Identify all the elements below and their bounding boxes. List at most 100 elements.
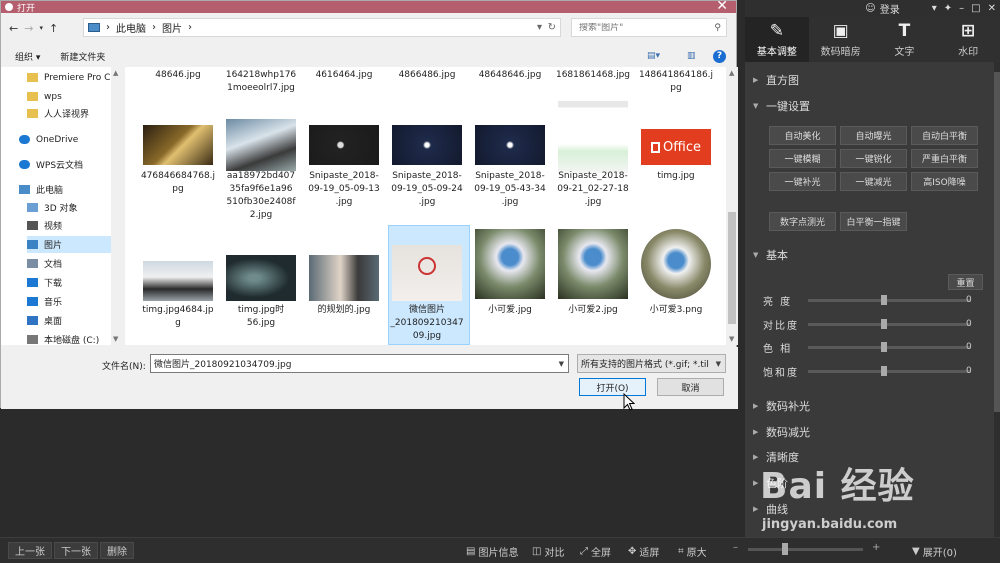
filetype-dropdown-icon[interactable]: ▼ — [715, 359, 721, 368]
prev-button[interactable]: 上一张 — [8, 542, 52, 559]
address-dropdown-icon[interactable]: ▾ — [537, 22, 542, 33]
scroll-up-icon[interactable]: ▲ — [113, 69, 118, 77]
login-button[interactable]: ☺ 登录 — [865, 1, 899, 16]
file-list-scrollbar[interactable]: ▲ ▼ — [726, 67, 738, 345]
back-icon[interactable]: ← — [9, 22, 18, 35]
tab-darkroom[interactable]: ▣ 数码暗房 — [809, 17, 873, 62]
zoom-in-icon[interactable]: + — [872, 542, 880, 553]
new-folder-button[interactable]: 新建文件夹 — [60, 50, 105, 63]
reset-button[interactable]: 重置 — [948, 274, 983, 290]
compare-icon: ◫ — [532, 546, 542, 557]
recent-icon[interactable]: ▾ — [39, 24, 43, 32]
filetype-select[interactable]: 所有支持的图片格式 (*.gif; *.til ▼ — [577, 354, 726, 373]
sidebar-item-label: 音乐 — [44, 298, 63, 308]
tab-basic-adjust[interactable]: ✎ 基本调整 — [745, 17, 809, 62]
zoom-slider-knob[interactable] — [782, 543, 788, 555]
maximize-icon[interactable]: □ — [971, 3, 980, 14]
section-basic[interactable]: ▼ 基本 — [753, 247, 788, 263]
section-digital-reduce[interactable]: ▶ 数码减光 — [753, 424, 810, 440]
tab-watermark[interactable]: ⊞ 水印 — [936, 17, 1000, 62]
panel-scrollbar[interactable] — [994, 62, 1000, 537]
cancel-button[interactable]: 取消 — [657, 378, 724, 396]
up-icon[interactable]: ↑ — [49, 22, 58, 35]
panel-titlebar: ☺ 登录 ▾ ✦ – □ ✕ — [745, 0, 1000, 17]
scrollbar-thumb[interactable] — [728, 212, 736, 324]
address-bar[interactable]: › 此电脑 › 图片 › ▾ ↻ — [83, 18, 561, 37]
high-iso-denoise-button[interactable]: 高ISO降噪 — [911, 172, 978, 191]
view-options-icon[interactable]: ▤▾ — [647, 51, 660, 61]
slider-track — [808, 299, 971, 302]
help-icon[interactable]: ? — [713, 49, 726, 63]
brightness-slider[interactable]: 亮 度 0 — [763, 293, 973, 308]
file-thumbnail — [309, 255, 379, 301]
dialog-close-icon[interactable]: ✕ — [716, 0, 728, 14]
file-item[interactable]: 小可爱2.jpg — [554, 67, 632, 345]
tab-text[interactable]: T 文字 — [873, 17, 937, 62]
expand-button[interactable]: ▼ 展开(0) — [912, 544, 957, 559]
compare-button[interactable]: ◫ 对比 — [532, 544, 564, 559]
skin-icon[interactable]: ✦ — [944, 3, 952, 14]
next-button[interactable]: 下一张 — [54, 542, 98, 559]
fullscreen-button[interactable]: ⤢ 全屏 — [580, 544, 611, 559]
original-size-button[interactable]: ⌗ 原大 — [678, 544, 707, 559]
file-item[interactable]: 微信图片 _201809210347 09.jpg — [388, 67, 470, 345]
sidebar-item[interactable]: 此电脑 — [19, 181, 119, 198]
slider-knob[interactable] — [881, 319, 887, 329]
file-name: 小可爱2.jpg — [568, 305, 618, 315]
scroll-down-icon[interactable]: ▼ — [113, 335, 118, 343]
one-click-blur-button[interactable]: 一键模糊 — [769, 149, 836, 168]
organize-menu[interactable]: 组织 ▾ — [15, 50, 40, 63]
search-icon: ⚲ — [714, 22, 721, 33]
file-thumbnail — [226, 255, 296, 301]
slider-knob[interactable] — [881, 295, 887, 305]
preview-pane-icon[interactable]: ▥ — [687, 51, 696, 61]
file-item[interactable]: timg.jpg4684.jp g — [139, 67, 217, 345]
scrollbar-thumb[interactable] — [994, 72, 1000, 412]
zoom-out-icon[interactable]: – — [733, 542, 738, 553]
nav-pane-scrollbar[interactable]: ▲ ▼ — [111, 67, 122, 345]
breadcrumb-pictures[interactable]: 图片 — [162, 20, 182, 35]
sidebar-item[interactable]: OneDrive — [19, 131, 119, 148]
file-name: 微信图片 _201809210347 09.jpg — [390, 305, 464, 341]
spot-metering-button[interactable]: 数字点测光 — [769, 212, 836, 231]
scroll-down-icon[interactable]: ▼ — [729, 335, 734, 343]
file-item[interactable]: 小可爱3.png — [637, 67, 715, 345]
image-info-button[interactable]: ▤ 图片信息 — [466, 544, 518, 559]
section-one-click[interactable]: ▼ 一键设置 — [753, 98, 810, 114]
section-digital-fill[interactable]: ▶ 数码补光 — [753, 398, 810, 414]
auto-exposure-button[interactable]: 自动曝光 — [840, 126, 907, 145]
fit-screen-button[interactable]: ✥ 适屏 — [628, 544, 659, 559]
filename-input[interactable]: 微信图片_20180921034709.jpg ▼ — [150, 354, 569, 373]
forward-icon[interactable]: → — [24, 22, 33, 35]
menu-icon[interactable]: ▾ — [932, 3, 937, 14]
sidebar-item[interactable]: 图片 — [27, 236, 122, 253]
file-item[interactable]: timg.jpg时 56.jpg — [222, 67, 300, 345]
one-click-sharpen-button[interactable]: 一键锐化 — [840, 149, 907, 168]
file-item[interactable]: 的规划的.jpg — [305, 67, 383, 345]
one-click-reduce-light-button[interactable]: 一键减光 — [840, 172, 907, 191]
auto-beautify-button[interactable]: 自动美化 — [769, 126, 836, 145]
strict-white-balance-button[interactable]: 严重白平衡 — [911, 149, 978, 168]
slider-knob[interactable] — [881, 342, 887, 352]
refresh-icon[interactable]: ↻ — [548, 22, 556, 33]
slider-knob[interactable] — [881, 366, 887, 376]
breadcrumb-pc[interactable]: 此电脑 — [116, 20, 146, 35]
section-histogram[interactable]: ▶ 直方图 — [753, 72, 799, 88]
saturation-slider[interactable]: 饱和度 0 — [763, 364, 973, 379]
search-input[interactable] — [579, 22, 709, 33]
filename-dropdown-icon[interactable]: ▼ — [559, 360, 564, 368]
open-button[interactable]: 打开(O) — [579, 378, 646, 396]
delete-button[interactable]: 删除 — [100, 542, 134, 559]
contrast-slider[interactable]: 对比度 0 — [763, 317, 973, 332]
white-balance-picker-button[interactable]: 白平衡一指键 — [840, 212, 907, 231]
minimize-icon[interactable]: – — [959, 3, 964, 14]
file-item[interactable]: 小可爱.jpg — [471, 67, 549, 345]
sidebar-item[interactable]: WPS云文档 — [19, 156, 119, 173]
zoom-slider-track[interactable] — [748, 548, 863, 551]
search-box[interactable]: ⚲ — [571, 18, 727, 37]
close-icon[interactable]: ✕ — [988, 3, 996, 14]
auto-white-balance-button[interactable]: 自动白平衡 — [911, 126, 978, 145]
hue-slider[interactable]: 色 相 0 — [763, 340, 973, 355]
scroll-up-icon[interactable]: ▲ — [729, 69, 734, 77]
one-click-fill-light-button[interactable]: 一键补光 — [769, 172, 836, 191]
